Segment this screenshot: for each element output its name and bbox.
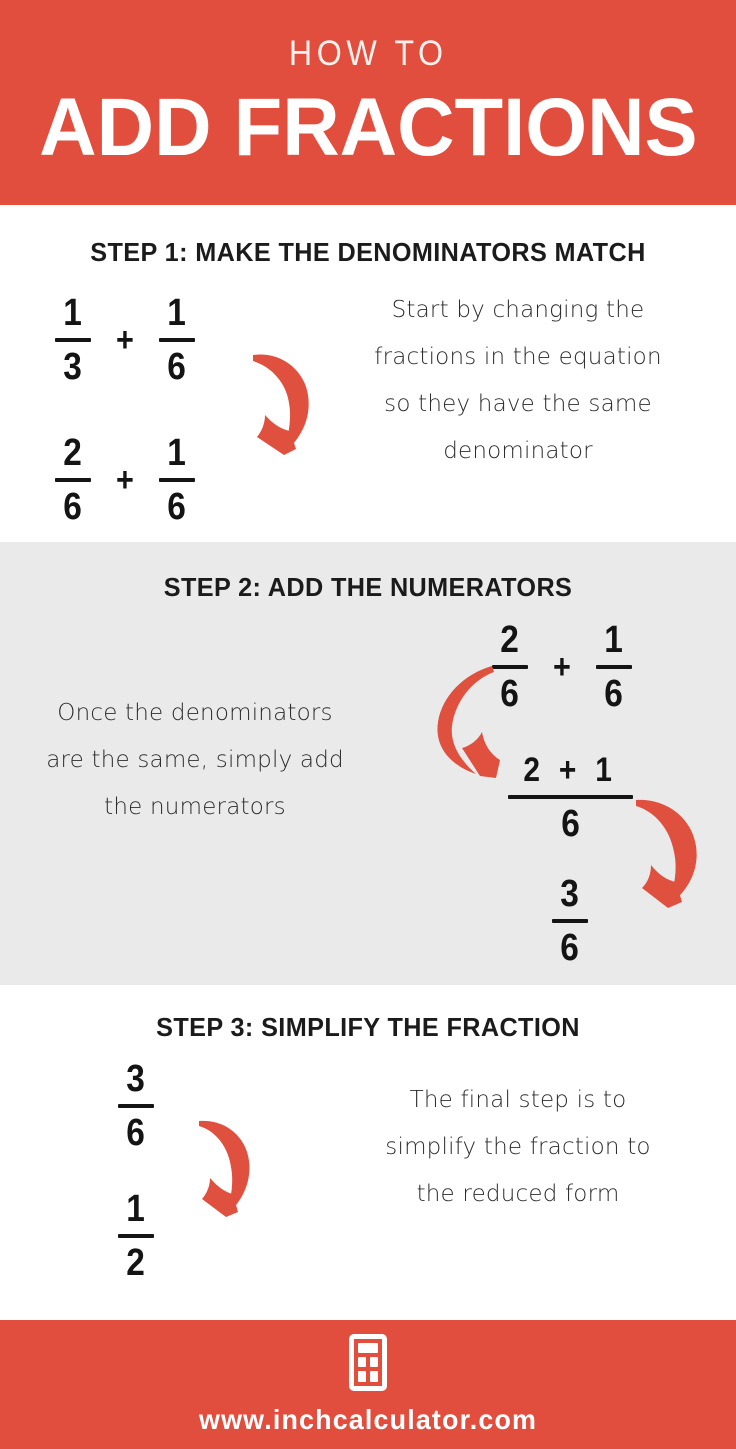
fraction-bar xyxy=(118,1234,154,1238)
step-3-section: STEP 3: SIMPLIFY THE FRACTION 3 6 1 2 Th… xyxy=(0,985,736,1312)
calculator-display xyxy=(358,1342,378,1353)
fraction-bar xyxy=(552,919,588,923)
plus-operator: + xyxy=(552,648,571,686)
footer-website-url[interactable]: www.inchcalculator.com xyxy=(199,1404,537,1436)
fraction-bar xyxy=(595,665,632,669)
fraction-bar xyxy=(118,1104,154,1108)
fraction-bar xyxy=(508,795,633,799)
calculator-key xyxy=(370,1356,378,1367)
calculator-key xyxy=(358,1371,366,1382)
footer-banner: www.inchcalculator.com xyxy=(0,1320,736,1449)
calculator-keys xyxy=(358,1356,378,1382)
fraction-sum-over-six: 2 + 1 6 xyxy=(508,750,633,844)
calculator-icon xyxy=(349,1333,387,1391)
step-2-equation-row-3: 3 6 xyxy=(552,874,588,968)
fraction-bar xyxy=(158,478,195,482)
fraction-three-sixths: 3 6 xyxy=(118,1059,154,1153)
calculator-key xyxy=(370,1371,378,1382)
step-1-description: Start by changing the fractions in the e… xyxy=(374,297,662,464)
fraction-bar xyxy=(55,338,91,342)
fraction-three-sixths: 3 6 xyxy=(552,874,588,968)
header-eyebrow: HOW TO xyxy=(288,34,448,73)
step-1-title: STEP 1: MAKE THE DENOMINATORS MATCH xyxy=(90,237,646,267)
fraction-one-sixth: 1 6 xyxy=(158,433,195,527)
step-1-equation-row-2: 2 6 + 1 6 xyxy=(55,433,195,527)
step-2-equation-row-2: 2 + 1 6 xyxy=(508,750,633,844)
fraction-one-sixth: 1 6 xyxy=(158,293,195,387)
page-title: ADD FRACTIONS xyxy=(38,82,698,173)
step-3-fraction-one-half-wrap: 1 2 xyxy=(118,1189,154,1283)
step2-curved-arrow-bottom-icon xyxy=(622,790,712,910)
plus-operator: + xyxy=(115,461,134,499)
calculator-key xyxy=(358,1356,366,1367)
fraction-one-half: 1 2 xyxy=(118,1189,154,1283)
infographic-page: HOW TO ADD FRACTIONS STEP 1: MAKE THE DE… xyxy=(0,0,736,1449)
fraction-bar xyxy=(55,478,91,482)
step2-curved-arrow-top-icon xyxy=(424,660,519,780)
step-3-description: The final step is to simplify the fracti… xyxy=(385,1087,651,1207)
step-2-section: STEP 2: ADD THE NUMERATORS Once the deno… xyxy=(0,542,736,985)
header-banner: HOW TO ADD FRACTIONS xyxy=(0,0,736,205)
step1-curved-arrow-icon xyxy=(240,345,320,460)
step3-curved-arrow-icon xyxy=(188,1113,260,1221)
step-3-fraction-three-sixths-wrap: 3 6 xyxy=(118,1059,154,1153)
step-1-equation-row-1: 1 3 + 1 6 xyxy=(55,293,195,387)
plus-operator: + xyxy=(115,321,134,359)
step-1-section: STEP 1: MAKE THE DENOMINATORS MATCH 1 3 … xyxy=(0,205,736,542)
fraction-one-sixth: 1 6 xyxy=(595,620,632,714)
step-3-title: STEP 3: SIMPLIFY THE FRACTION xyxy=(156,1012,580,1042)
fraction-bar xyxy=(158,338,195,342)
step-2-description: Once the denominators are the same, simp… xyxy=(46,700,344,820)
step-2-title: STEP 2: ADD THE NUMERATORS xyxy=(163,572,573,602)
fraction-one-third: 1 3 xyxy=(55,293,91,387)
fraction-two-sixths: 2 6 xyxy=(55,433,91,527)
